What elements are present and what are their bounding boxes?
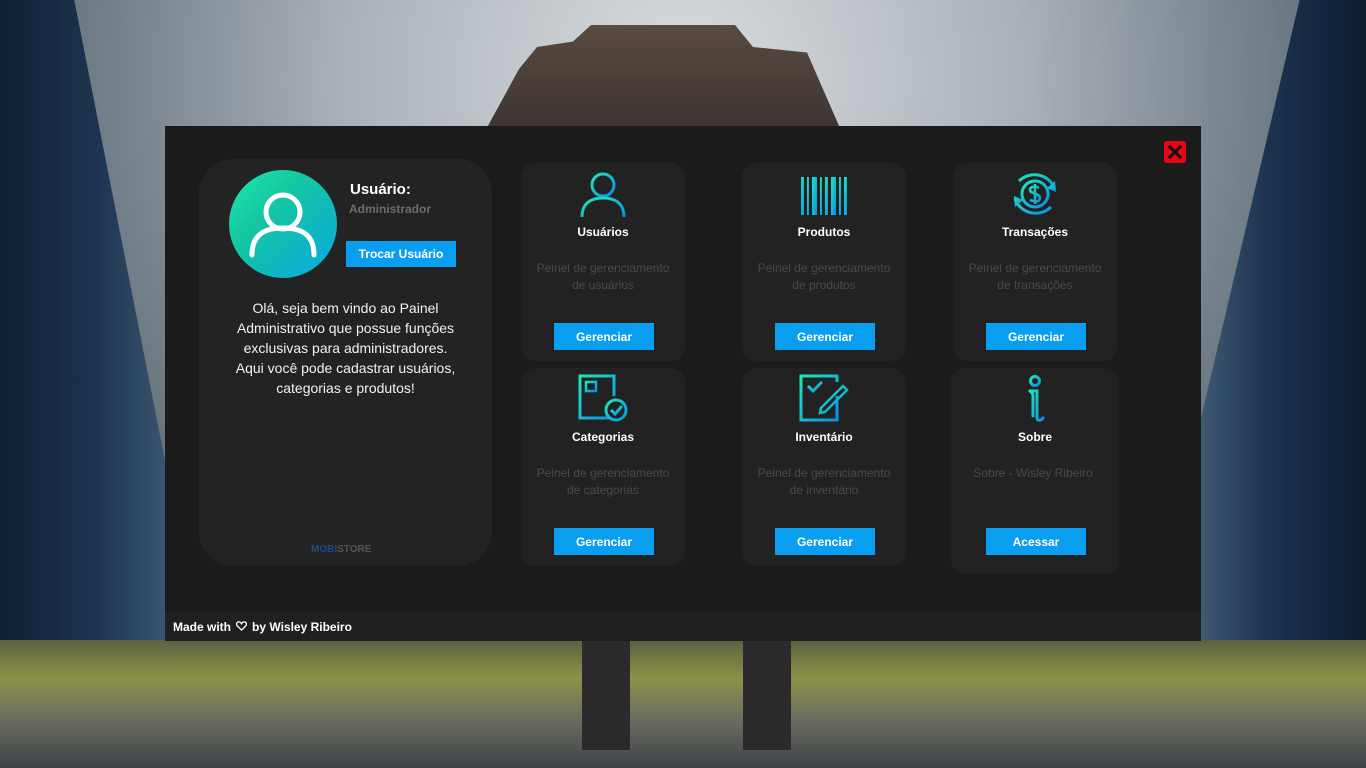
category-form-icon [578,374,628,422]
background-figure-leg-left [582,640,630,750]
about-button[interactable]: Acessar [986,528,1086,555]
heart-icon [236,620,248,634]
footer-made-with: Made with [173,619,232,634]
card-sobre: Sobre Sobre - Wisley Ribeiro Acessar [951,368,1119,574]
footer-author: by Wisley Ribeiro [252,619,352,634]
brand-logo: MOBISTORE [311,544,371,555]
user-label: Usuário: [350,181,411,198]
card-usuarios: Usuários Peinel de gerenciamento de usuá… [521,163,685,361]
info-icon [1028,375,1045,422]
avatar [229,170,337,278]
inventory-checklist-icon [799,374,849,422]
manage-users-button[interactable]: Gerenciar [554,323,654,350]
card-title: Inventário [795,430,853,444]
card-title: Usuários [577,225,629,239]
card-title: Produtos [797,225,851,239]
card-transacoes: Transações Peinel de gerenciamento de tr… [953,163,1117,361]
card-title: Transações [1001,225,1069,239]
card-description: Peinel de gerenciamento de usuários [536,261,670,292]
profile-card: Usuário: Administrador Trocar Usuário Ol… [199,159,492,566]
card-description: Sobre - Wisley Ribeiro [973,466,1093,480]
money-cycle-icon [1013,173,1057,215]
close-icon [1168,145,1182,159]
card-title: Sobre [1017,430,1052,444]
user-icon [580,172,626,218]
card-description: Peinel de gerenciamento de categorias [536,466,670,497]
manage-transactions-button[interactable]: Gerenciar [986,323,1086,350]
brand-part-1: MOBI [311,544,338,555]
manage-categories-button[interactable]: Gerenciar [554,528,654,555]
footer: Made with by Wisley Ribeiro [165,612,1201,641]
manage-products-button[interactable]: Gerenciar [775,323,875,350]
switch-user-button[interactable]: Trocar Usuário [346,241,456,267]
card-description: Peinel de gerenciamento de produtos [757,261,891,292]
card-description: Peinel de gerenciamento de transações [968,261,1102,292]
admin-panel-window: Usuário: Administrador Trocar Usuário Ol… [165,126,1201,641]
barcode-icon [801,177,847,215]
welcome-text: Olá, seja bem vindo ao Painel Administra… [235,300,456,396]
user-role: Administrador [349,202,432,216]
close-button[interactable] [1164,141,1186,163]
background-ground [0,640,1366,768]
background-figure-leg-right [743,640,791,750]
card-description: Peinel de gerenciamento de inventário [757,466,891,497]
user-icon [249,192,317,258]
card-produtos: Produtos Peinel de gerenciamento de prod… [742,163,906,361]
brand-part-2: STORE [337,544,372,555]
card-title: Categorias [571,430,635,444]
manage-inventory-button[interactable]: Gerenciar [775,528,875,555]
card-inventario: Inventário Peinel de gerenciamento de in… [742,368,906,566]
background-building [483,25,843,135]
card-categorias: Categorias Peinel de gerenciamento de ca… [521,368,685,566]
